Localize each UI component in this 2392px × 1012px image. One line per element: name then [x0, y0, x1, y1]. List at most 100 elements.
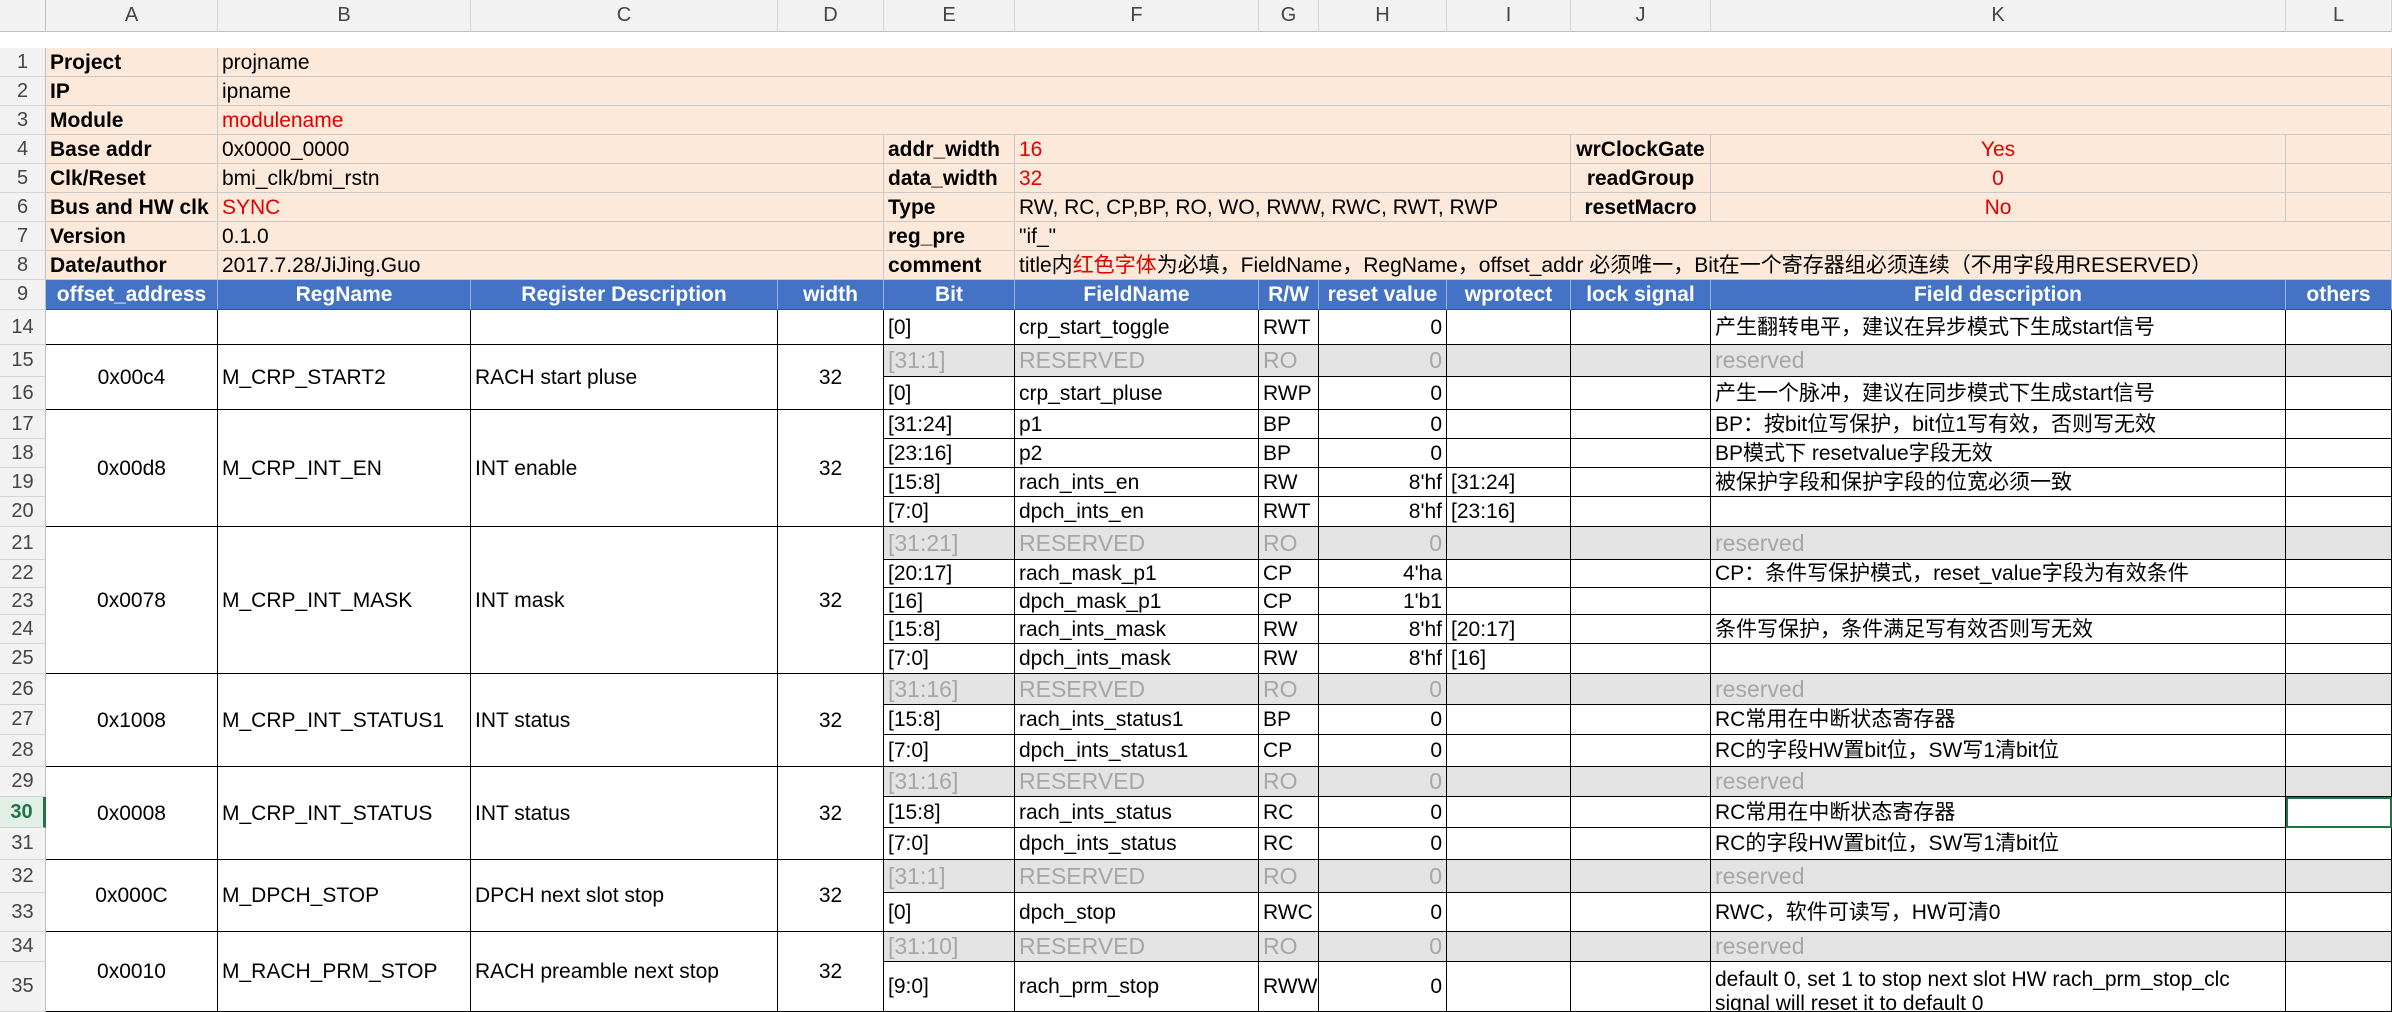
field-lock-signal[interactable]: [1571, 527, 1711, 560]
register-name[interactable]: M_CRP_INT_STATUS1: [218, 674, 471, 767]
field-description[interactable]: RC的字段HW置bit位，SW写1清bit位: [1711, 735, 2286, 767]
row-header-24[interactable]: 24: [0, 615, 46, 644]
row-header-21[interactable]: 21: [0, 527, 46, 560]
version-value[interactable]: 0.1.0: [218, 222, 884, 251]
field-others[interactable]: [2286, 735, 2392, 767]
field-wprotect[interactable]: [1447, 932, 1571, 962]
row-header-27[interactable]: 27: [0, 705, 46, 735]
field-lock-signal[interactable]: [1571, 705, 1711, 735]
clk-label[interactable]: Clk/Reset: [46, 164, 218, 193]
row-header-32[interactable]: 32: [0, 860, 46, 893]
field-name[interactable]: dpch_mask_p1: [1015, 588, 1259, 615]
field-reset-value[interactable]: 0: [1319, 527, 1447, 560]
register-name[interactable]: M_RACH_PRM_STOP: [218, 932, 471, 1012]
field-description[interactable]: BP：按bit位写保护，bit位1写有效，否则写无效: [1711, 410, 2286, 439]
field-lock-signal[interactable]: [1571, 893, 1711, 932]
version-label[interactable]: Version: [46, 222, 218, 251]
field-others[interactable]: [2286, 767, 2392, 797]
register-width[interactable]: 32: [778, 767, 884, 860]
header-rw[interactable]: R/W: [1259, 280, 1319, 310]
field-wprotect[interactable]: [1447, 310, 1571, 345]
field-reset-value[interactable]: 1'b1: [1319, 588, 1447, 615]
field-description[interactable]: RC常用在中断状态寄存器: [1711, 705, 2286, 735]
field-bit[interactable]: [31:16]: [884, 674, 1015, 705]
field-bit[interactable]: [23:16]: [884, 439, 1015, 468]
field-lock-signal[interactable]: [1571, 377, 1711, 410]
field-name[interactable]: p2: [1015, 439, 1259, 468]
data-width-value[interactable]: 32: [1015, 164, 1571, 193]
spreadsheet-grid[interactable]: A B C D E F G H I J K L 1 2 3 4 5 6 7 8 9 14 15 16 17 18 19 20 21 22 2…: [0, 0, 2392, 1012]
reg-pre-label[interactable]: reg_pre: [884, 222, 1015, 251]
field-description[interactable]: reserved: [1711, 527, 2286, 560]
row-header-18[interactable]: 18: [0, 439, 46, 468]
row-header-28[interactable]: 28: [0, 735, 46, 767]
header-others[interactable]: others: [2286, 280, 2392, 310]
addr-width-value[interactable]: 16: [1015, 135, 1571, 164]
field-description[interactable]: reserved: [1711, 674, 2286, 705]
field-rw[interactable]: RWW: [1259, 962, 1319, 1012]
comment-value[interactable]: title内 红色字体 为必填，FieldName，RegName，offset_a…: [1015, 251, 2392, 280]
field-wprotect[interactable]: [1447, 893, 1571, 932]
field-name[interactable]: rach_ints_status1: [1015, 705, 1259, 735]
wrclockgate-value[interactable]: Yes: [1711, 135, 2286, 164]
field-rw[interactable]: RWT: [1259, 310, 1319, 345]
field-reset-value[interactable]: 0: [1319, 705, 1447, 735]
field-description[interactable]: reserved: [1711, 932, 2286, 962]
register-name[interactable]: [218, 310, 471, 345]
field-bit[interactable]: [9:0]: [884, 962, 1015, 1012]
row-header-19[interactable]: 19: [0, 468, 46, 497]
register-offset[interactable]: 0x0008: [46, 767, 218, 860]
field-bit[interactable]: [7:0]: [884, 828, 1015, 860]
meta-empty-5[interactable]: [2286, 164, 2392, 193]
field-rw[interactable]: RO: [1259, 767, 1319, 797]
module-label[interactable]: Module: [46, 106, 218, 135]
field-lock-signal[interactable]: [1571, 644, 1711, 674]
field-others[interactable]: [2286, 468, 2392, 497]
wrclockgate-label[interactable]: wrClockGate: [1571, 135, 1711, 164]
field-reset-value[interactable]: 0: [1319, 962, 1447, 1012]
field-wprotect[interactable]: [16]: [1447, 644, 1571, 674]
field-wprotect[interactable]: [1447, 705, 1571, 735]
field-wprotect[interactable]: [1447, 439, 1571, 468]
field-lock-signal[interactable]: [1571, 560, 1711, 588]
register-description[interactable]: INT status: [471, 674, 778, 767]
field-others[interactable]: [2286, 588, 2392, 615]
row-header-2[interactable]: 2: [0, 77, 46, 106]
field-name[interactable]: dpch_ints_status1: [1015, 735, 1259, 767]
register-name[interactable]: M_CRP_START2: [218, 345, 471, 410]
row-header-23[interactable]: 23: [0, 588, 46, 615]
register-width[interactable]: 32: [778, 674, 884, 767]
field-others[interactable]: [2286, 527, 2392, 560]
register-offset[interactable]: 0x0078: [46, 527, 218, 674]
column-header-l[interactable]: L: [2286, 0, 2392, 32]
field-bit[interactable]: [20:17]: [884, 560, 1015, 588]
register-description[interactable]: [471, 310, 778, 345]
row-header-33[interactable]: 33: [0, 893, 46, 932]
field-name[interactable]: RESERVED: [1015, 767, 1259, 797]
row-header-8[interactable]: 8: [0, 251, 46, 280]
row-header-22[interactable]: 22: [0, 560, 46, 588]
field-bit[interactable]: [0]: [884, 893, 1015, 932]
field-lock-signal[interactable]: [1571, 497, 1711, 527]
register-offset[interactable]: [46, 310, 218, 345]
row-header-15[interactable]: 15: [0, 345, 46, 377]
reg-pre-value[interactable]: "if_": [1015, 222, 2392, 251]
row-header-30[interactable]: 30: [0, 797, 46, 828]
row-header-20[interactable]: 20: [0, 497, 46, 527]
field-others[interactable]: [2286, 497, 2392, 527]
field-lock-signal[interactable]: [1571, 962, 1711, 1012]
project-label[interactable]: Project: [46, 48, 218, 77]
field-description[interactable]: [1711, 644, 2286, 674]
register-offset[interactable]: 0x0010: [46, 932, 218, 1012]
field-wprotect[interactable]: [1447, 410, 1571, 439]
field-others[interactable]: [2286, 439, 2392, 468]
register-description[interactable]: INT status: [471, 767, 778, 860]
row-header-9[interactable]: 9: [0, 280, 46, 310]
field-wprotect[interactable]: [1447, 588, 1571, 615]
field-wprotect[interactable]: [1447, 797, 1571, 828]
field-lock-signal[interactable]: [1571, 932, 1711, 962]
column-header-a[interactable]: A: [46, 0, 218, 32]
field-reset-value[interactable]: 8'hf: [1319, 497, 1447, 527]
header-regname[interactable]: RegName: [218, 280, 471, 310]
field-name[interactable]: p1: [1015, 410, 1259, 439]
